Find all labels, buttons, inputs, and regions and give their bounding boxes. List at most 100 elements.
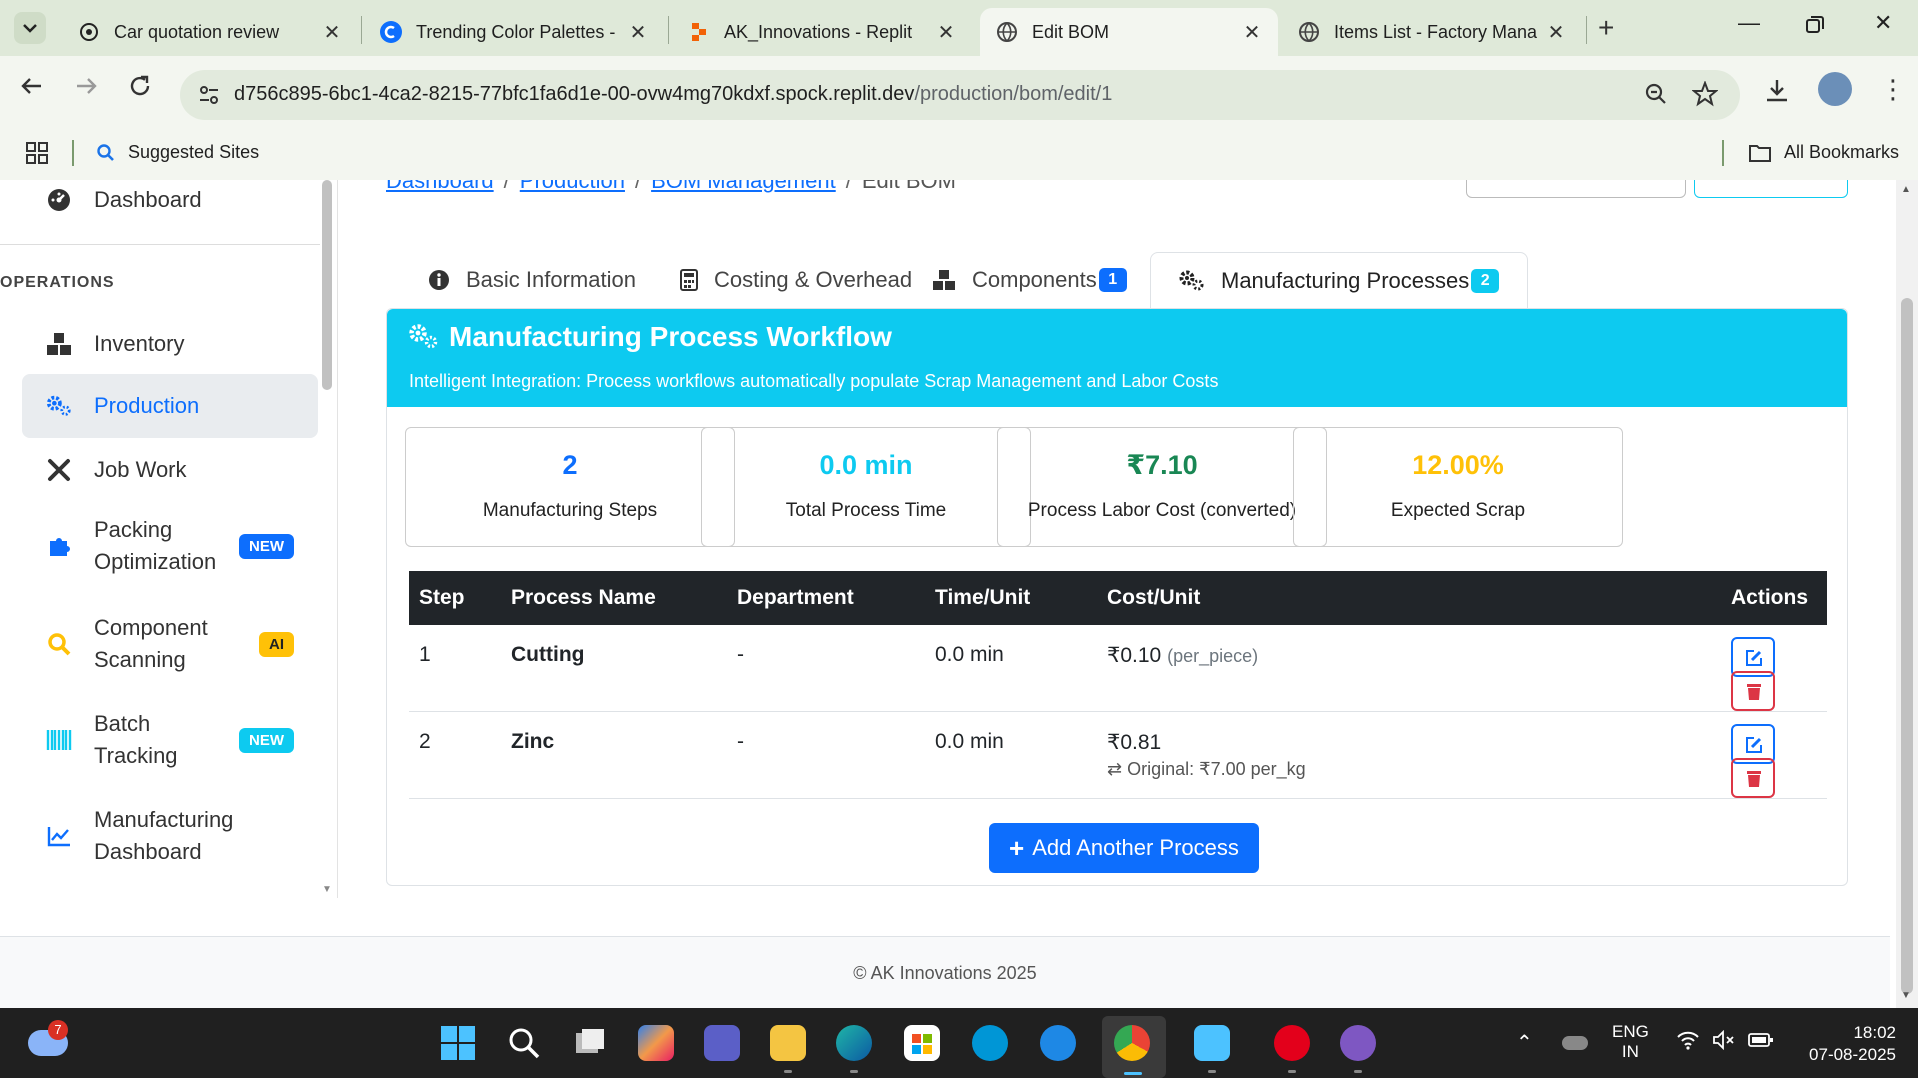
github-desktop-icon[interactable] [1340, 1025, 1376, 1061]
bookmark-star-icon[interactable] [1691, 80, 1719, 112]
puzzle-icon [46, 533, 72, 559]
search-icon[interactable] [506, 1025, 542, 1061]
scroll-down-arrow-icon[interactable]: ▼ [1901, 990, 1911, 1001]
minimize-icon[interactable]: — [1738, 10, 1760, 36]
sidebar-item-label: Component Scanning [94, 615, 208, 672]
coolors-icon [380, 21, 402, 43]
breadcrumb-bom-management[interactable]: BOM Management [651, 180, 836, 193]
close-icon[interactable]: ✕ [1242, 20, 1262, 45]
download-icon[interactable] [1764, 78, 1790, 109]
system-clock[interactable]: 18:02 07-08-2025 [1796, 1022, 1896, 1066]
help-icon[interactable] [1040, 1025, 1076, 1061]
calculator-icon [680, 269, 698, 291]
tab-separator [1586, 16, 1587, 44]
copilot-icon[interactable] [638, 1025, 674, 1061]
stat-label: Manufacturing Steps [482, 500, 658, 521]
close-icon[interactable]: ✕ [936, 20, 956, 45]
back-arrow-icon[interactable] [20, 74, 44, 105]
site-settings-icon[interactable] [198, 84, 220, 111]
tools-icon [46, 457, 72, 483]
url-host: d756c895-6bc1-4ca2-8215-77bfc1fa6d1e-00-… [234, 83, 915, 105]
profile-avatar[interactable] [1818, 72, 1852, 106]
tab-costing-overhead[interactable]: Costing & Overhead [680, 252, 912, 308]
browser-tab[interactable]: Items List - Factory Mana ✕ [1282, 8, 1582, 56]
globe-icon [996, 21, 1018, 43]
add-process-button[interactable]: + Add Another Process [989, 823, 1259, 873]
suggested-sites-bookmark[interactable]: Suggested Sites [96, 142, 259, 163]
sidebar-item-manufacturing-dashboard[interactable]: Manufacturing Dashboard [22, 794, 318, 878]
windows-start-icon[interactable] [440, 1025, 476, 1061]
scroll-up-arrow-icon[interactable]: ▲ [1901, 184, 1911, 195]
gears-icon [1179, 270, 1205, 292]
file-explorer-icon[interactable] [770, 1025, 806, 1061]
reload-icon[interactable] [128, 74, 152, 105]
sidebar-item-packing-optimization[interactable]: Packing Optimization NEW [22, 504, 318, 588]
close-icon[interactable]: ✕ [322, 20, 342, 45]
sidebar-item-production[interactable]: Production [22, 374, 318, 438]
show-hidden-icons-chevron-icon[interactable]: ⌃ [1516, 1030, 1533, 1055]
tab-manufacturing-processes[interactable]: Manufacturing Processes 2 [1150, 252, 1529, 308]
column-header-cost: Cost/Unit [1097, 571, 1409, 625]
onedrive-icon[interactable] [1562, 1036, 1588, 1050]
sidebar-item-batch-tracking[interactable]: Batch Tracking NEW [22, 698, 318, 782]
task-view-icon[interactable] [572, 1025, 608, 1061]
card-subtitle: Intelligent Integration: Process workflo… [409, 371, 1219, 391]
processes-count-badge: 2 [1471, 268, 1500, 293]
sidebar-item-job-work[interactable]: Job Work [22, 438, 318, 502]
browser-tab-active[interactable]: Edit BOM ✕ [980, 8, 1278, 56]
volume-muted-icon[interactable] [1712, 1029, 1736, 1055]
column-header-actions: Actions [1409, 571, 1827, 625]
all-bookmarks-label: All Bookmarks [1784, 142, 1900, 162]
scrollbar-thumb[interactable] [1901, 298, 1913, 994]
tab-search-button[interactable] [14, 12, 46, 44]
close-window-icon[interactable]: ✕ [1874, 10, 1892, 36]
sidebar-item-dashboard[interactable]: Dashboard [22, 180, 318, 220]
stat-label: Process Labor Cost (converted) [1027, 500, 1297, 521]
wifi-icon[interactable] [1676, 1030, 1700, 1055]
delete-button[interactable] [1731, 671, 1775, 711]
running-indicator [850, 1070, 858, 1073]
breadcrumb-dashboard[interactable]: Dashboard [386, 180, 494, 193]
edge-icon[interactable] [836, 1025, 872, 1061]
breadcrumb-separator: / [503, 180, 510, 193]
close-icon[interactable]: ✕ [628, 20, 648, 45]
address-bar[interactable]: d756c895-6bc1-4ca2-8215-77bfc1fa6d1e-00-… [180, 70, 1740, 120]
sidebar-item-component-scanning[interactable]: Component Scanning AI [22, 602, 318, 686]
restore-icon[interactable] [1806, 14, 1824, 40]
microsoft-store-icon[interactable] [904, 1025, 940, 1061]
sidebar-section-title: OPERATIONS [0, 274, 115, 291]
breadcrumb-production[interactable]: Production [520, 180, 625, 193]
chrome-icon[interactable] [1114, 1025, 1150, 1061]
language-indicator[interactable]: ENG IN [1612, 1022, 1649, 1062]
forward-arrow-icon[interactable] [74, 74, 98, 105]
web-page: Dashboard OPERATIONS Inventory Productio… [0, 180, 1918, 1008]
new-tab-plus-icon[interactable]: + [1598, 12, 1614, 44]
more-menu-icon[interactable]: ⋮ [1880, 74, 1906, 105]
zoom-icon[interactable] [1644, 82, 1668, 111]
gears-icon [46, 393, 72, 419]
apps-grid-icon[interactable] [26, 142, 48, 169]
teams-icon[interactable] [704, 1025, 740, 1061]
close-icon[interactable]: ✕ [1546, 20, 1566, 45]
all-bookmarks-button[interactable]: All Bookmarks [1748, 142, 1899, 163]
delete-button[interactable] [1731, 758, 1775, 798]
notepad-icon[interactable] [1194, 1025, 1230, 1061]
browser-tab[interactable]: AK_Innovations - Replit ✕ [672, 8, 972, 56]
sidebar-item-label: Production [94, 393, 200, 418]
page-scrollbar[interactable]: ▲ ▼ [1896, 180, 1918, 1008]
sidebar-scrollbar[interactable] [322, 180, 332, 390]
taskbar: 7 ⌃ ENG IN 18:02 07-08-2025 [0, 1008, 1918, 1078]
ai-badge: AI [259, 631, 294, 657]
battery-icon[interactable] [1748, 1032, 1774, 1053]
header-action-button[interactable] [1466, 180, 1686, 198]
header-action-button[interactable] [1694, 180, 1848, 198]
opera-icon[interactable] [1274, 1025, 1310, 1061]
sidebar-item-inventory[interactable]: Inventory [22, 312, 318, 376]
tab-components[interactable]: Components 1 [932, 252, 1127, 308]
tab-basic-information[interactable]: Basic Information [428, 252, 636, 308]
browser-tab[interactable]: Car quotation review ✕ [62, 8, 358, 56]
chart-line-icon [46, 823, 72, 849]
hp-icon[interactable] [972, 1025, 1008, 1061]
scroll-down-arrow-icon[interactable]: ▼ [322, 884, 332, 895]
browser-tab[interactable]: Trending Color Palettes - ✕ [364, 8, 664, 56]
